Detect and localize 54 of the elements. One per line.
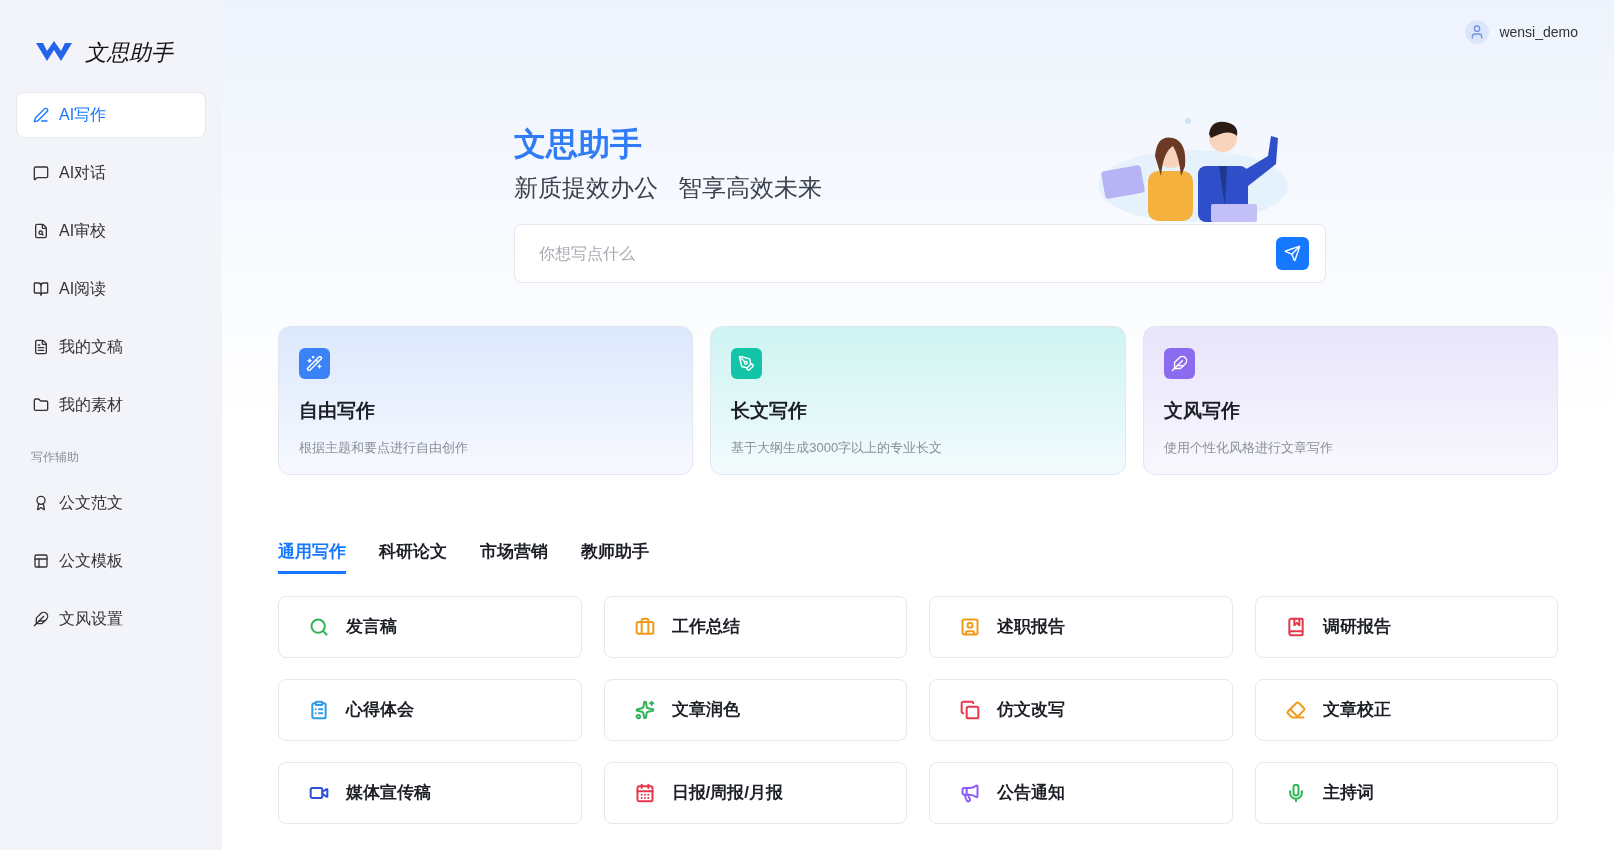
template-button[interactable]: 心得体会 <box>278 678 582 741</box>
send-button[interactable] <box>1276 237 1309 270</box>
sidebar-item[interactable]: AI审校 <box>16 208 206 254</box>
template-button[interactable]: 文章润色 <box>603 678 907 741</box>
sidebar-item[interactable]: 公文模板 <box>16 538 206 584</box>
category-tab[interactable]: 教师助手 <box>581 539 649 574</box>
template-button[interactable]: 文章校正 <box>1254 678 1558 741</box>
mode-description: 使用个性化风格进行文章写作 <box>1163 438 1334 457</box>
prompt-box[interactable]: 你想写点什么 <box>514 224 1326 283</box>
template-button[interactable]: 仿文改写 <box>929 678 1233 741</box>
sidebar-item[interactable]: AI对话 <box>16 150 206 196</box>
nav-icon <box>33 339 49 355</box>
sidebar-item[interactable]: AI写作 <box>16 92 206 138</box>
mode-title: 自由写作 <box>299 399 376 423</box>
send-icon <box>1284 245 1301 262</box>
template-button[interactable]: 述职报告 <box>929 595 1233 658</box>
nav-icon <box>33 281 49 297</box>
mode-card[interactable]: 长文写作 基于大纲生成3000字以上的专业长文 <box>710 326 1126 475</box>
avatar-icon <box>1465 20 1490 44</box>
nav-icon <box>33 397 49 413</box>
template-button[interactable]: 日报/周报/月报 <box>603 761 907 824</box>
mode-card[interactable]: 文风写作 使用个性化风格进行文章写作 <box>1142 326 1558 475</box>
nav-icon <box>33 223 49 239</box>
nav-icon <box>33 553 49 569</box>
hero-subtitle: 新质提效办公 智享高效未来 <box>514 173 822 203</box>
template-button[interactable]: 主持词 <box>1254 761 1558 824</box>
hero-title: 文思助手 <box>514 125 643 164</box>
nav-icon <box>33 107 49 123</box>
app-name: 文思助手 <box>85 38 173 67</box>
mode-description: 基于大纲生成3000字以上的专业长文 <box>731 438 944 457</box>
template-button[interactable]: 调研报告 <box>1254 595 1558 658</box>
logo-icon <box>35 41 73 63</box>
nav-icon <box>33 611 49 627</box>
sidebar-item[interactable]: 文风设置 <box>16 596 206 642</box>
nav-icon <box>33 495 49 511</box>
user-menu[interactable]: wensi_demo <box>1465 20 1578 44</box>
template-button[interactable]: 公告通知 <box>929 761 1233 824</box>
sidebar-item[interactable]: 我的素材 <box>16 382 206 428</box>
category-tab[interactable]: 市场营销 <box>480 539 548 574</box>
prompt-field[interactable]: 你想写点什么 <box>539 241 1276 266</box>
category-tab[interactable]: 通用写作 <box>278 539 346 574</box>
nav-icon <box>33 165 49 181</box>
template-button[interactable]: 发言稿 <box>278 595 582 658</box>
template-button[interactable]: 媒体宣传稿 <box>278 761 582 824</box>
mode-title: 文风写作 <box>1163 399 1241 423</box>
section-label: 写作辅助 <box>30 449 80 466</box>
sidebar-item[interactable]: 我的文稿 <box>16 324 206 370</box>
mode-card[interactable]: 自由写作 根据主题和要点进行自由创作 <box>278 326 694 475</box>
template-button[interactable]: 工作总结 <box>603 595 907 658</box>
mode-description: 根据主题和要点进行自由创作 <box>299 438 469 457</box>
sidebar-item[interactable]: AI阅读 <box>16 266 206 312</box>
sidebar-item[interactable]: 公文范文 <box>16 480 206 526</box>
mode-title: 长文写作 <box>731 399 809 423</box>
category-tab[interactable]: 科研论文 <box>379 539 447 574</box>
